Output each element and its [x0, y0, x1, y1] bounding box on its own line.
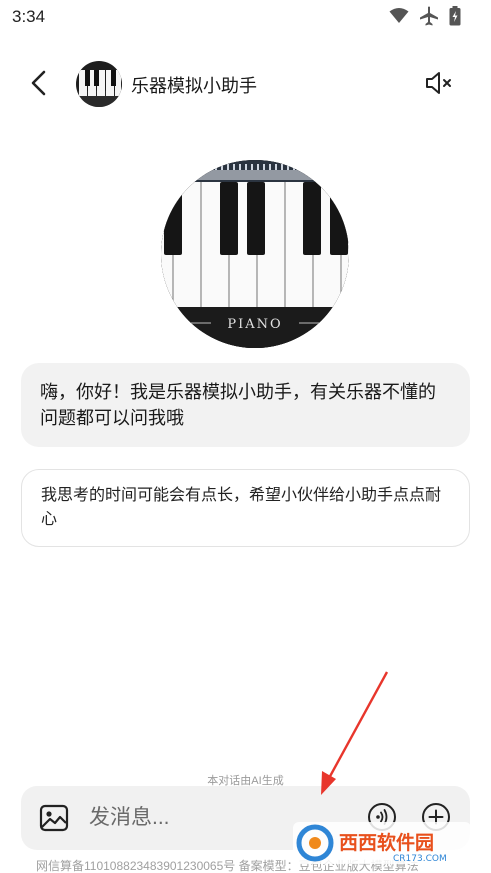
status-bar: 3:34 — [0, 0, 491, 34]
piano-keys-illustration: PIANO — [161, 160, 349, 348]
status-icons — [389, 6, 461, 31]
piano-label: PIANO — [227, 317, 282, 332]
speaker-mute-icon — [426, 72, 451, 94]
piano-avatar-image — [76, 61, 122, 107]
image-icon — [39, 804, 69, 832]
wifi-icon — [389, 7, 409, 30]
status-time: 3:34 — [12, 7, 46, 26]
airplane-icon — [419, 6, 439, 31]
assistant-notice-bubble: 我思考的时间可能会有点长，希望小伙伴给小助手点点耐心 — [21, 469, 470, 547]
battery-icon — [449, 6, 461, 31]
piano-hero-image: PIANO — [161, 160, 349, 348]
assistant-avatar — [76, 61, 122, 107]
assistant-greeting-bubble: 嗨，你好！我是乐器模拟小助手，有关乐器不懂的问题都可以问我哦 — [21, 363, 470, 447]
chat-header: 乐器模拟小助手 — [0, 56, 491, 110]
mute-button[interactable] — [423, 68, 457, 98]
watermark-text: 西西软件园 — [339, 831, 434, 854]
image-button[interactable] — [39, 804, 69, 832]
watermark-sub: CR173.COM — [393, 854, 447, 864]
watermark-logo: 西西软件园 CR173.COM — [293, 822, 471, 864]
back-arrow-icon — [31, 70, 46, 96]
message-text: 我思考的时间可能会有点长，希望小伙伴给小助手点点耐心 — [41, 487, 442, 528]
message-text: 嗨，你好！我是乐器模拟小助手，有关乐器不懂的问题都可以问我哦 — [40, 382, 436, 428]
header-title: 乐器模拟小助手 — [131, 76, 257, 96]
back-button[interactable] — [24, 68, 54, 98]
site-watermark: 西西软件园 CR173.COM — [293, 822, 471, 864]
